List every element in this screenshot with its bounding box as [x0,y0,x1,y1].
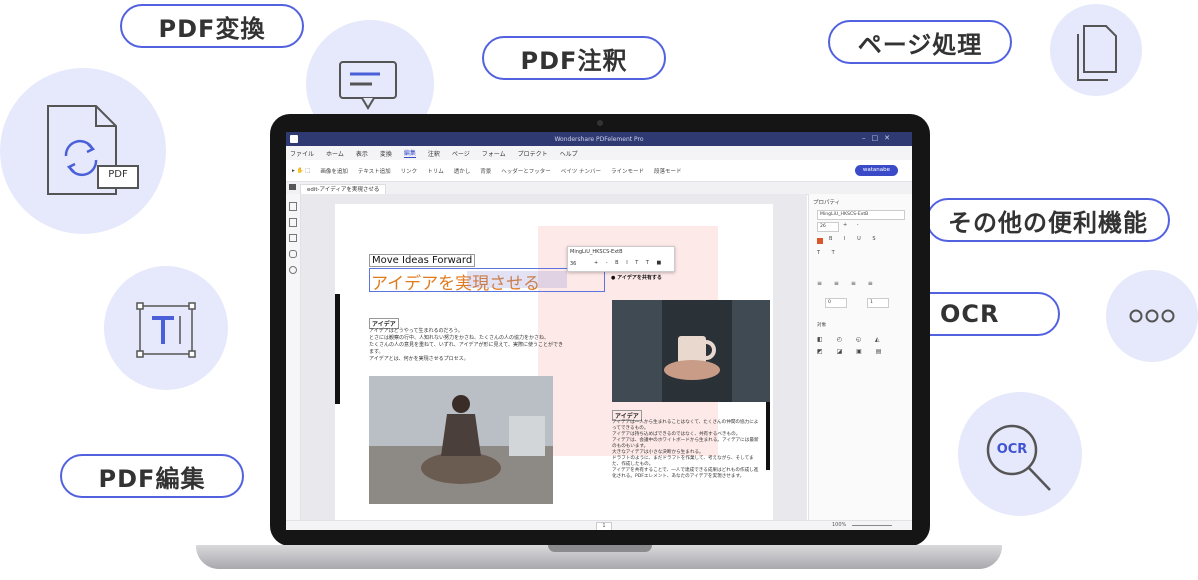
properties-size-select[interactable]: 26 [817,222,839,232]
left-paragraph[interactable]: アイデアはどうやって生まれるのだろう。 とさには観察の行中、人知れない努力をかさ… [369,328,565,363]
tool-add-image[interactable]: 画像を追加 [320,167,348,175]
tool-link[interactable]: リンク [401,167,418,175]
thumbnail-icon[interactable] [289,202,297,211]
menu-annotate[interactable]: 注釈 [428,149,440,158]
bookmark-icon[interactable] [289,218,297,227]
pdf-convert-pill: PDF変換 [120,4,304,48]
heading-highlight [467,271,567,288]
tool-header-footer[interactable]: ヘッダーとフッター [501,167,551,175]
menu-edit[interactable]: 編集 [403,148,416,158]
menu-home[interactable]: ホーム [326,149,344,158]
right-paragraph[interactable]: アイデアは一人から生まれることはなくて、たくさんの仲間の協力によってできるもの。… [612,420,762,480]
status-bar: 1 100% [286,520,912,530]
laptop-notch [548,545,652,552]
pdf-file-label: PDF [108,169,128,180]
comment-icon [339,61,397,110]
ocr-icon-text: OCR [996,442,1028,457]
pdf-convert-icon [47,105,139,195]
text-style-buttons[interactable]: B I U S [829,236,881,242]
zoom-level[interactable]: 100% [832,522,846,528]
tool-add-text[interactable]: テキスト追加 [358,167,391,175]
page-process-pill: ページ処理 [828,20,1012,64]
properties-font-select[interactable]: MingLiU_HKSCS-ExtB [817,210,905,220]
attachment-icon[interactable] [289,250,297,258]
left-sidebar [286,184,301,520]
comment-panel-icon[interactable] [289,234,297,242]
search-panel-icon[interactable] [289,266,297,274]
popup-font-size[interactable]: 36 [570,261,576,267]
menu-file[interactable]: ファイル [290,149,314,158]
align-buttons[interactable]: ≡ ≡ ≡ ≡ [817,280,878,287]
pdf-annotate-pill: PDF注釈 [482,36,666,80]
mug-photo[interactable] [612,300,770,402]
document-page: Move Ideas Forward アイデアを実現させる MingLiU_HK… [335,204,773,520]
heading-small[interactable]: Move Ideas Forward [369,254,476,267]
select-tool-icon[interactable]: ▸ ✋ ⬚ [292,168,310,174]
properties-panel: プロパティ MingLiU_HKSCS-ExtB 26 + ‑ B I U S … [808,194,912,520]
page-number-field[interactable]: 1 [596,522,612,530]
tool-background[interactable]: 背景 [480,167,491,175]
home-icon[interactable] [289,184,296,190]
size-stepper[interactable]: + ‑ [843,222,863,228]
menu-protect[interactable]: プロテクト [518,149,548,158]
menu-bar: ファイル ホーム 表示 変換 編集 注釈 ページ フォーム プロテクト ヘルプ [286,146,912,160]
left-black-bar [335,294,340,404]
app-title: Wondershare PDFelement Pro [554,135,644,143]
popup-style-buttons[interactable]: + ‑ B I T T ■ [594,260,664,266]
tool-paragraph-mode[interactable]: 段落モード [654,167,682,175]
tool-trim[interactable]: トリム [427,167,444,175]
user-button[interactable]: watanabe [854,165,898,176]
spacing-b-field[interactable]: 1 [867,298,889,308]
edit-toolbar: ▸ ✋ ⬚ 画像を追加 テキスト追加 リンク トリム 透かし 背景 ヘッダーとフ… [286,160,912,182]
font-popup: MingLiU_HKSCS-ExtB 36 + ‑ B I T T ■ [567,246,675,272]
tool-line-mode[interactable]: ラインモード [611,167,644,175]
app-logo-icon [290,135,298,143]
share-label[interactable]: ● アイデアを共有する [611,274,662,281]
menu-view[interactable]: 表示 [356,149,368,158]
app-window: Wondershare PDFelement Pro –□✕ ファイル ホーム … [286,132,912,530]
share-icon: ● [611,275,616,281]
pdf-edit-pill: PDF編集 [60,454,244,498]
properties-title: プロパティ [813,200,841,206]
pottery-photo[interactable] [369,376,553,504]
object-transform-icons[interactable]: ◧ ◴ ◵ ◭ ◩ ◪ ▣ ▤ [817,334,887,358]
document-canvas: Move Ideas Forward アイデアを実現させる MingLiU_HK… [301,194,807,520]
menu-form[interactable]: フォーム [482,149,506,158]
zoom-slider[interactable] [852,525,892,526]
menu-help[interactable]: ヘルプ [560,149,578,158]
more-icon [1129,309,1175,323]
title-bar: Wondershare PDFelement Pro [286,132,912,146]
pages-icon [1077,25,1117,81]
window-controls[interactable]: –□✕ [862,134,896,142]
tool-bates[interactable]: ベイツ ナンバー [561,167,601,175]
spacing-a-field[interactable]: 0 [825,298,847,308]
text-edit-icon [136,302,196,358]
menu-page[interactable]: ページ [452,149,470,158]
other-features-pill: その他の便利機能 [926,198,1170,242]
script-buttons[interactable]: T T [817,250,840,256]
color-swatch[interactable] [817,238,823,244]
tool-watermark[interactable]: 透かし [454,167,471,175]
menu-convert[interactable]: 変換 [380,149,392,158]
popup-font-name[interactable]: MingLiU_HKSCS-ExtB [570,249,623,255]
camera [597,120,603,126]
object-label: 対象 [817,323,827,328]
